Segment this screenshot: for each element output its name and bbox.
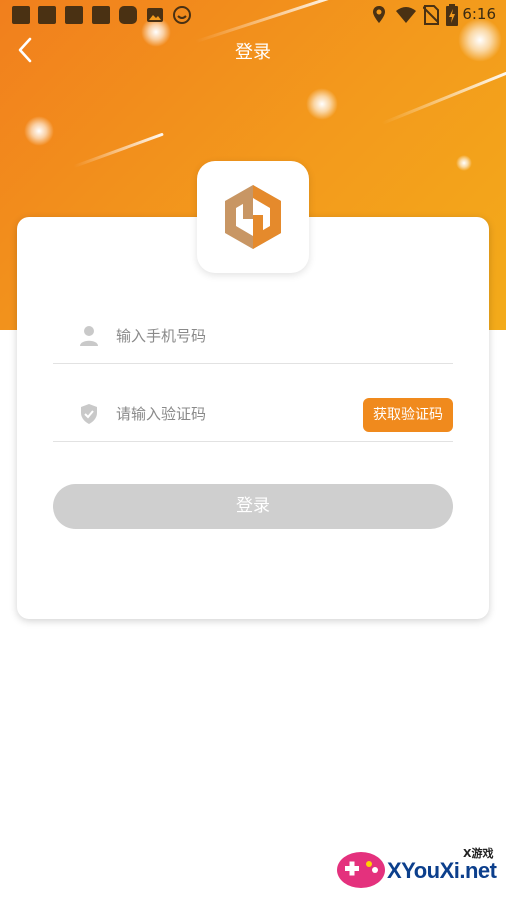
watermark-brand: XYouXi.net xyxy=(387,858,497,883)
app-logo xyxy=(197,161,309,273)
decorative-streak xyxy=(73,132,164,168)
clock: 6:16 xyxy=(462,5,496,23)
decorative-glow xyxy=(456,155,472,171)
notification-icon xyxy=(38,6,56,24)
user-icon xyxy=(80,326,98,346)
get-code-button[interactable]: 获取验证码 xyxy=(363,398,453,432)
verification-code-input[interactable]: 请输入验证码 xyxy=(116,403,206,424)
smiley-icon xyxy=(173,6,191,24)
no-sim-icon xyxy=(423,5,439,25)
page-title: 登录 xyxy=(235,42,271,63)
notification-icon xyxy=(119,6,137,24)
status-bar: 6:16 xyxy=(0,0,506,30)
battery-charging-icon xyxy=(446,4,458,26)
phone-input[interactable]: 输入手机号码 xyxy=(116,325,206,346)
decorative-glow xyxy=(24,116,54,146)
gamepad-icon xyxy=(337,852,385,888)
login-button[interactable]: 登录 xyxy=(53,484,453,529)
notification-icon xyxy=(65,6,83,24)
watermark-logo: X游戏 XYouXi.net xyxy=(335,842,505,898)
decorative-streak xyxy=(381,71,506,125)
image-icon xyxy=(147,8,163,22)
location-icon xyxy=(373,6,385,23)
wifi-icon xyxy=(396,7,416,23)
notification-icon xyxy=(92,6,110,24)
decorative-glow xyxy=(306,88,338,120)
notification-icon xyxy=(12,6,30,24)
code-field[interactable]: 请输入验证码 获取验证码 xyxy=(53,389,453,442)
app-logo-icon xyxy=(225,185,281,249)
shield-check-icon xyxy=(81,404,97,424)
phone-field[interactable]: 输入手机号码 xyxy=(53,311,453,364)
